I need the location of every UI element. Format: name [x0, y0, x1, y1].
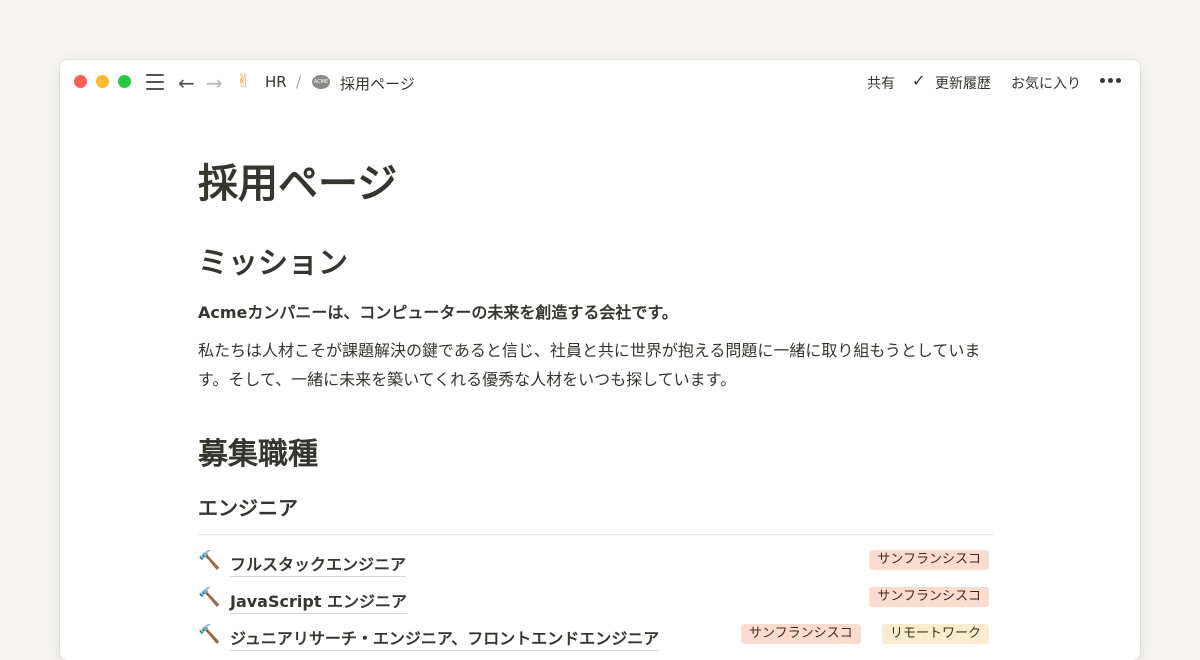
- mission-body: 私たちは人材こそが課題解決の鍵であると信じ、社員と共に世界が抱える問題に一緒に取…: [198, 341, 981, 389]
- more-options-icon[interactable]: [1100, 78, 1121, 83]
- jobs-heading: 募集職種: [198, 437, 318, 472]
- job-row-fullstack[interactable]: 🔨 フルスタックエンジニア サンフランシスコ: [198, 548, 993, 577]
- close-window-button[interactable]: [74, 75, 87, 88]
- location-tag: サンフランシスコ: [869, 550, 989, 570]
- breadcrumb-page[interactable]: 採用ページ: [340, 73, 415, 94]
- title-bar: ← → ✌ HR / ACME 採用ページ 共有 ✓ 更新履歴 お気に入り: [60, 60, 1140, 104]
- check-icon: ✓: [912, 71, 926, 90]
- job-row-research[interactable]: 🔨 ジュニアリサーチ・エンジニア、フロントエンドエンジニア サンフランシスコ リ…: [198, 622, 993, 651]
- remote-tag: リモートワーク: [882, 624, 990, 644]
- window-controls: [74, 75, 131, 88]
- minimize-window-button[interactable]: [96, 75, 109, 88]
- breadcrumb-workspace[interactable]: HR: [265, 73, 287, 91]
- engineering-heading: エンジニア: [198, 496, 298, 520]
- hammer-icon: 🔨: [198, 624, 221, 645]
- history-button[interactable]: 更新履歴: [935, 73, 991, 93]
- job-link[interactable]: ジュニアリサーチ・エンジニア、フロントエンドエンジニア: [230, 625, 660, 651]
- forward-arrow-icon[interactable]: →: [206, 71, 223, 95]
- favorite-button[interactable]: お気に入り: [1011, 73, 1081, 93]
- mission-heading: ミッション: [198, 246, 348, 281]
- breadcrumb-separator: /: [296, 73, 302, 91]
- section-divider: [198, 534, 993, 535]
- maximize-window-button[interactable]: [118, 75, 131, 88]
- location-tag: サンフランシスコ: [869, 587, 989, 607]
- sidebar-menu-icon[interactable]: [146, 74, 164, 90]
- job-link[interactable]: JavaScript エンジニア: [230, 588, 408, 614]
- job-row-javascript[interactable]: 🔨 JavaScript エンジニア サンフランシスコ: [198, 585, 993, 614]
- hammer-icon: 🔨: [198, 587, 221, 608]
- victory-hand-icon: ✌: [236, 71, 252, 92]
- back-arrow-icon[interactable]: ←: [178, 71, 195, 95]
- hammer-icon: 🔨: [198, 550, 221, 571]
- mission-lead: Acmeカンパニーは、コンピューターの未来を創造する会社です。: [198, 303, 678, 322]
- job-link[interactable]: フルスタックエンジニア: [230, 551, 407, 577]
- app-window: ← → ✌ HR / ACME 採用ページ 共有 ✓ 更新履歴 お気に入り 採用…: [60, 60, 1140, 660]
- acme-logo-icon: ACME: [312, 75, 330, 89]
- page-title: 採用ページ: [198, 161, 398, 207]
- location-tag: サンフランシスコ: [741, 624, 861, 644]
- share-button[interactable]: 共有: [867, 73, 895, 93]
